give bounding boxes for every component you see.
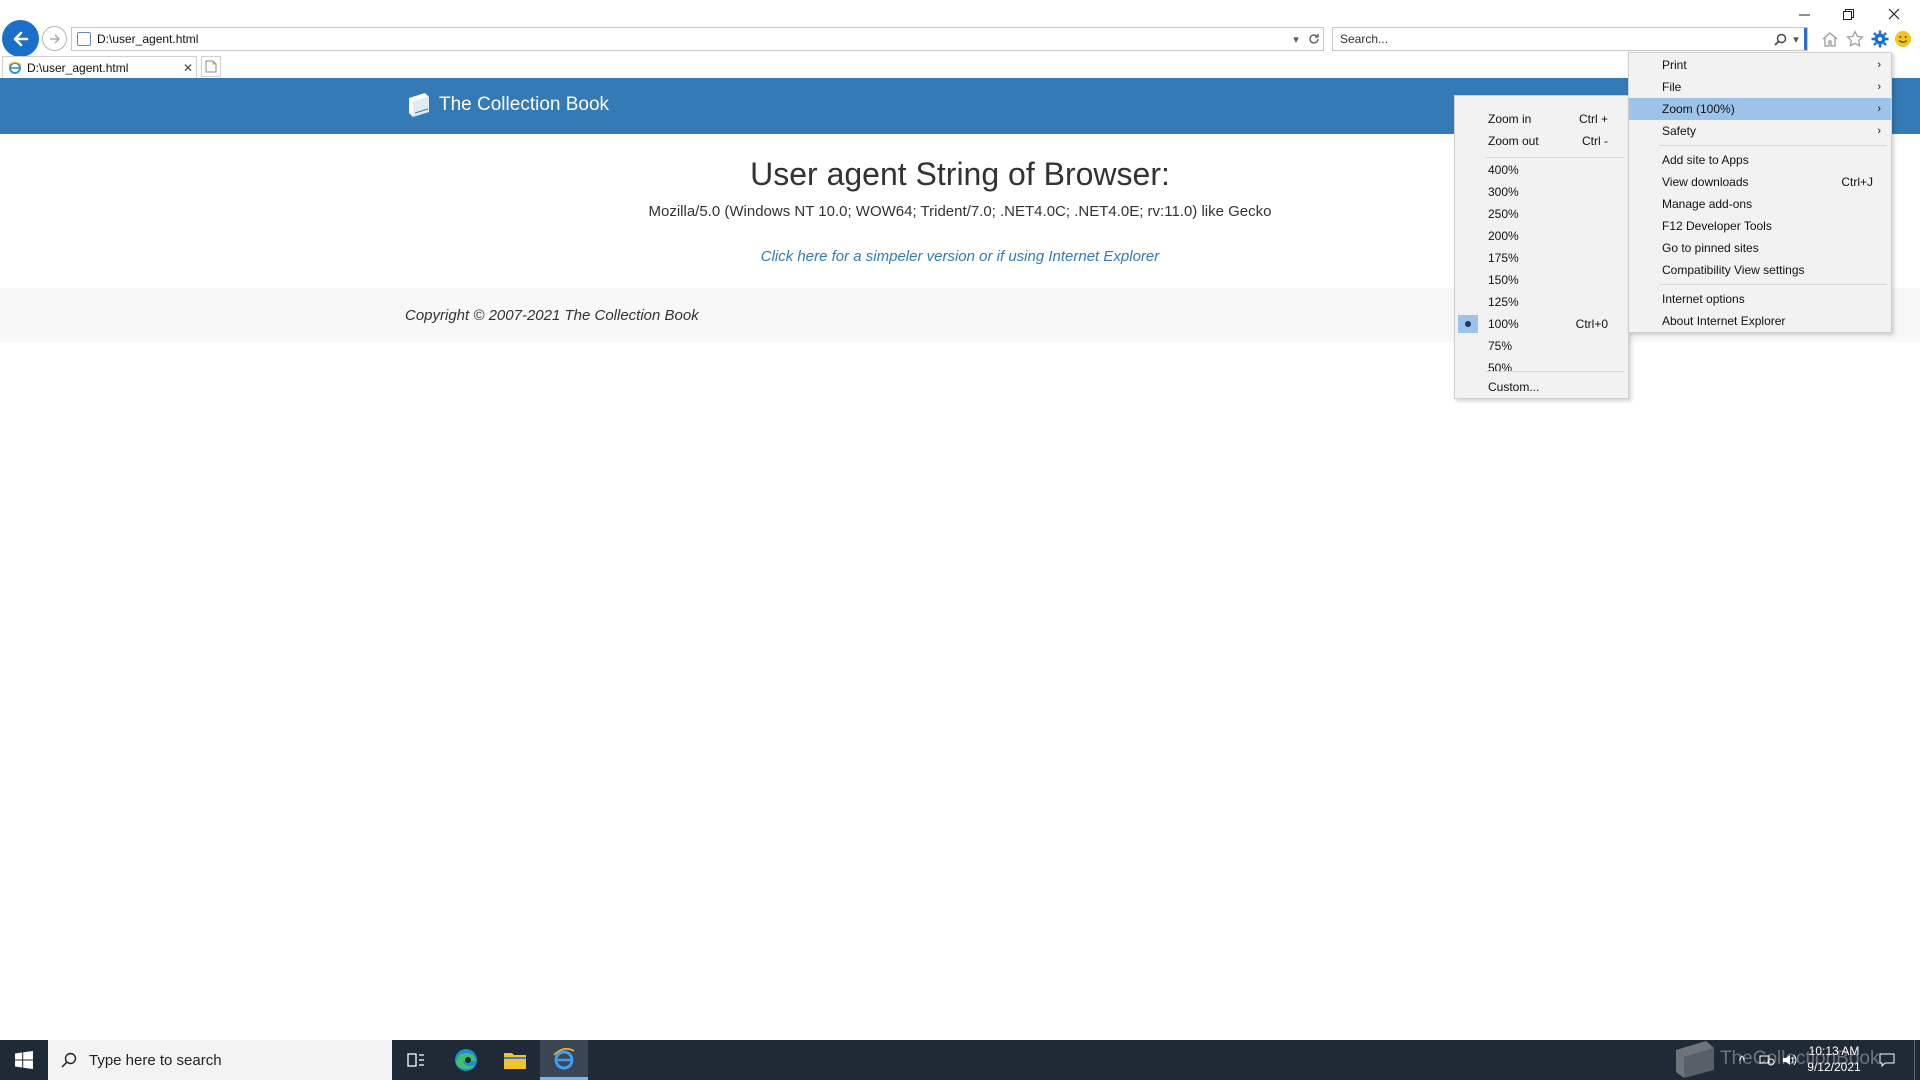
- menu-item-zoom-out[interactable]: Zoom out Ctrl -: [1455, 130, 1628, 152]
- menu-item-safety[interactable]: Safety ›: [1629, 120, 1891, 142]
- taskbar: Type here to search TheCollectionBook ^ …: [0, 1040, 1920, 1080]
- search-icon: [61, 1052, 77, 1068]
- menu-item-about-ie[interactable]: About Internet Explorer: [1629, 310, 1891, 332]
- menu-separator: [1659, 284, 1887, 285]
- menu-item-zoom-in[interactable]: Zoom in Ctrl +: [1455, 108, 1628, 130]
- zoom-level-400[interactable]: 400%: [1455, 159, 1628, 181]
- feedback-button[interactable]: [1893, 29, 1913, 49]
- taskbar-internet-explorer[interactable]: [540, 1040, 588, 1080]
- back-button[interactable]: [2, 20, 39, 57]
- zoom-level-150[interactable]: 150%: [1455, 269, 1628, 291]
- windows-logo-icon: [15, 1051, 33, 1069]
- favorites-button[interactable]: [1845, 29, 1865, 49]
- address-bar[interactable]: D:\user_agent.html ▾: [71, 27, 1324, 51]
- brand-name: The Collection Book: [439, 94, 610, 115]
- close-tab-icon[interactable]: ✕: [180, 61, 196, 75]
- network-icon[interactable]: [1757, 1050, 1777, 1070]
- minimize-button[interactable]: [1782, 2, 1826, 26]
- chevron-right-icon: ›: [1877, 59, 1881, 71]
- search-dropdown-icon[interactable]: ▾: [1788, 33, 1804, 46]
- chevron-right-icon: ›: [1877, 103, 1881, 115]
- zoom-level-250[interactable]: 250%: [1455, 203, 1628, 225]
- tools-menu: Print › File › Zoom (100%) › Safety › Add si…: [1628, 52, 1892, 333]
- menu-item-pinned-sites[interactable]: Go to pinned sites: [1629, 237, 1891, 259]
- menu-separator: [1485, 371, 1624, 372]
- clock-date: 9/12/2021: [1807, 1060, 1861, 1074]
- home-button[interactable]: [1820, 29, 1840, 49]
- taskbar-edge[interactable]: [442, 1040, 490, 1080]
- zoom-level-125[interactable]: 125%: [1455, 291, 1628, 313]
- notifications-icon[interactable]: [1877, 1050, 1897, 1070]
- minimize-icon: [1798, 14, 1810, 15]
- arrow-right-icon: [49, 33, 60, 44]
- ie-icon: [8, 61, 22, 74]
- zoom-level-300[interactable]: 300%: [1455, 181, 1628, 203]
- menu-item-print[interactable]: Print ›: [1629, 54, 1891, 76]
- task-view-button[interactable]: [392, 1040, 440, 1080]
- new-tab-button[interactable]: [201, 56, 221, 77]
- tray-overflow-icon[interactable]: ^: [1732, 1050, 1752, 1070]
- taskbar-search[interactable]: Type here to search: [48, 1040, 392, 1080]
- menu-item-manage-addons[interactable]: Manage add-ons: [1629, 193, 1891, 215]
- menu-item-internet-options[interactable]: Internet options: [1629, 288, 1891, 310]
- zoom-level-100[interactable]: 100% Ctrl+0: [1455, 313, 1628, 335]
- menu-item-zoom[interactable]: Zoom (100%) ›: [1629, 98, 1891, 120]
- taskbar-file-explorer[interactable]: [491, 1040, 539, 1080]
- copyright-text: Copyright © 2007-2021 The Collection Boo…: [405, 307, 699, 324]
- menu-separator: [1659, 145, 1887, 146]
- chevron-right-icon: ›: [1877, 81, 1881, 93]
- ie-icon: [553, 1047, 575, 1069]
- smiley-icon: [1895, 31, 1911, 47]
- refresh-icon[interactable]: [1305, 28, 1323, 50]
- forward-button[interactable]: [42, 26, 67, 51]
- address-url[interactable]: D:\user_agent.html: [97, 32, 1287, 46]
- taskbar-search-input[interactable]: Type here to search: [89, 1052, 222, 1069]
- tools-button[interactable]: [1870, 29, 1890, 49]
- zoom-level-175[interactable]: 175%: [1455, 247, 1628, 269]
- address-dropdown-icon[interactable]: ▾: [1287, 28, 1305, 50]
- menu-item-dev-tools[interactable]: F12 Developer Tools: [1629, 215, 1891, 237]
- menu-item-compat-view[interactable]: Compatibility View settings: [1629, 259, 1891, 281]
- zoom-submenu: Zoom in Ctrl + Zoom out Ctrl - 400% 300%…: [1454, 95, 1629, 399]
- tab-label: D:\user_agent.html: [27, 60, 129, 75]
- clock-time: 10:13 AM: [1808, 1044, 1860, 1058]
- site-brand[interactable]: The Collection Book: [405, 92, 609, 118]
- menu-item-file[interactable]: File ›: [1629, 76, 1891, 98]
- close-icon: [1888, 8, 1900, 20]
- page-icon: [77, 32, 91, 46]
- close-window-button[interactable]: [1872, 2, 1916, 26]
- search-focus-edge: [1804, 28, 1807, 50]
- restore-button[interactable]: [1826, 2, 1870, 26]
- screen: D:\user_agent.html ▾ Search... ▾ D:\user…: [0, 0, 1920, 1080]
- zoom-level-200[interactable]: 200%: [1455, 225, 1628, 247]
- restore-icon: [1842, 8, 1854, 20]
- search-input[interactable]: Search...: [1340, 32, 1772, 46]
- menu-item-view-downloads[interactable]: View downloads Ctrl+J: [1629, 171, 1891, 193]
- menu-item-add-site[interactable]: Add site to Apps: [1629, 149, 1891, 171]
- start-button[interactable]: [0, 1040, 48, 1080]
- search-bar[interactable]: Search... ▾: [1332, 27, 1808, 51]
- book-icon: [409, 93, 429, 117]
- home-icon: [1822, 32, 1838, 47]
- book-watermark-icon: [1676, 1041, 1714, 1078]
- show-desktop-button[interactable]: [1914, 1040, 1920, 1080]
- folder-icon: [504, 1053, 526, 1069]
- selected-radio-icon: [1458, 315, 1478, 333]
- search-icon[interactable]: [1772, 33, 1788, 46]
- star-icon: [1846, 30, 1864, 47]
- zoom-level-75[interactable]: 75%: [1455, 335, 1628, 357]
- chevron-right-icon: ›: [1877, 125, 1881, 137]
- tab-user-agent[interactable]: D:\user_agent.html ✕: [2, 56, 197, 78]
- system-clock[interactable]: 10:13 AM 9/12/2021: [1785, 1043, 1883, 1075]
- arrow-left-icon: [13, 31, 28, 46]
- menu-separator: [1485, 157, 1624, 158]
- edge-icon: [455, 1049, 477, 1071]
- menu-item-custom-zoom[interactable]: Custom...: [1455, 376, 1628, 398]
- gear-icon: [1871, 30, 1889, 48]
- new-tab-icon: [205, 60, 217, 73]
- task-view-icon: [407, 1053, 424, 1067]
